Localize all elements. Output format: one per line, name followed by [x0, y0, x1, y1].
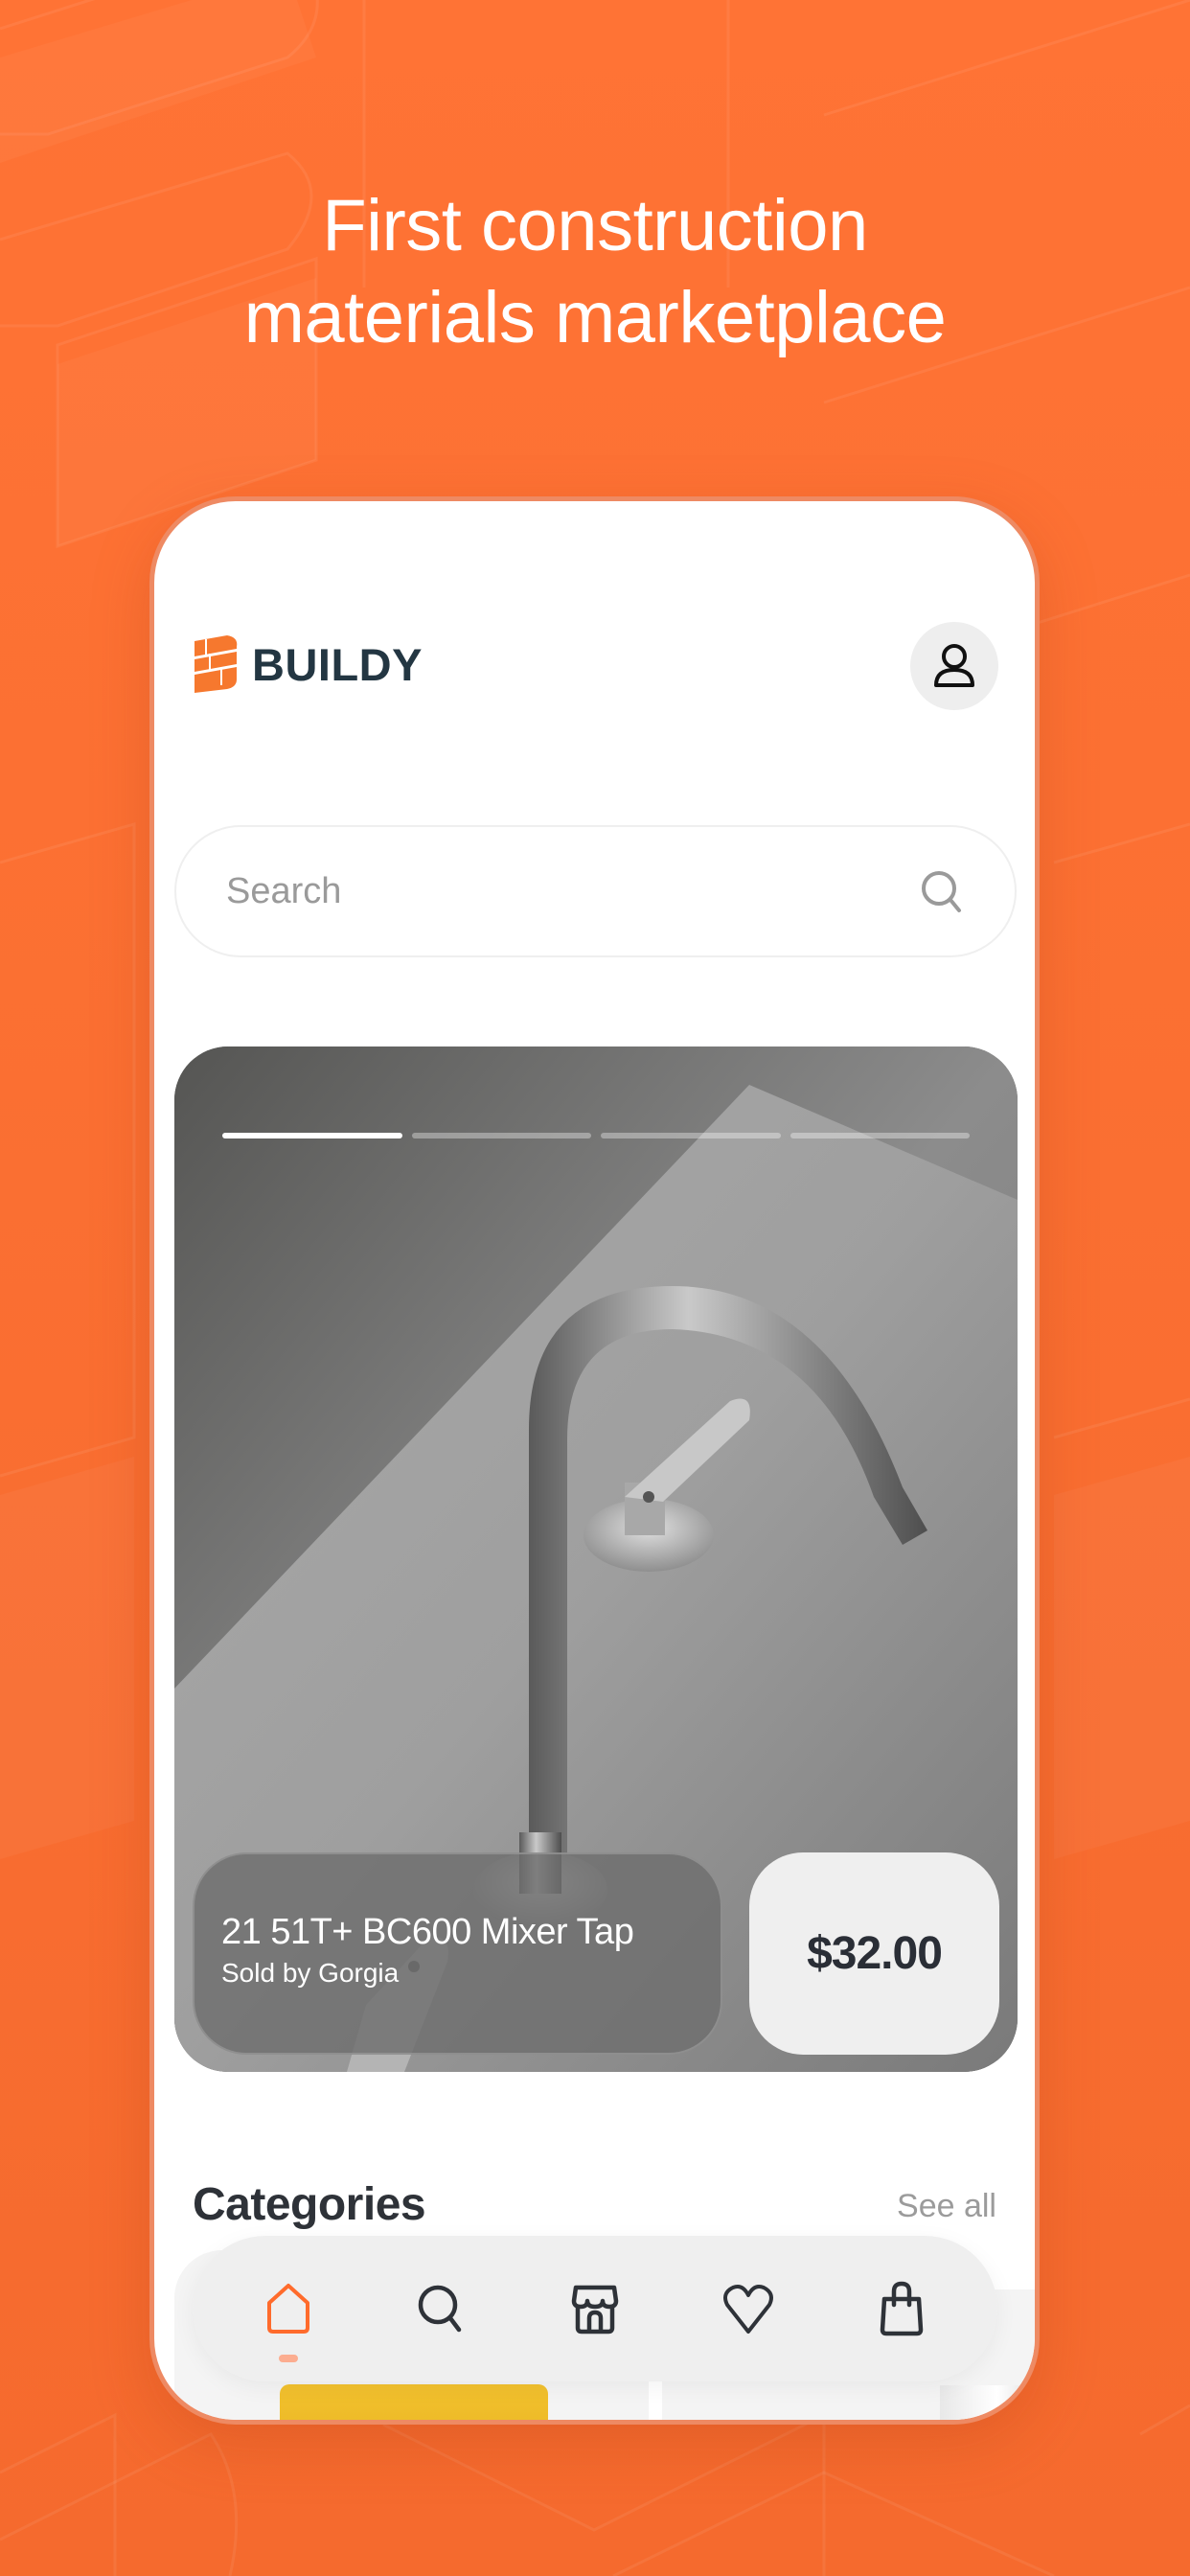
carousel-indicator-2[interactable]: [411, 1133, 591, 1138]
nav-favorites[interactable]: [700, 2261, 796, 2357]
search-icon: [418, 2285, 462, 2333]
home-icon: [267, 2284, 309, 2334]
product-name: 21 51T+ BC600 Mixer Tap: [221, 1912, 634, 1952]
product-seller: Sold by Gorgia: [221, 1958, 400, 1988]
see-all-link[interactable]: See all: [897, 2188, 996, 2225]
categories-heading: Categories: [193, 2179, 426, 2230]
search-bar[interactable]: [174, 825, 1017, 957]
search-icon[interactable]: [919, 868, 965, 914]
heart-icon: [723, 2285, 773, 2334]
carousel-indicator-1[interactable]: [222, 1133, 402, 1138]
nav-store[interactable]: [547, 2261, 643, 2357]
carousel-indicators: [222, 1133, 970, 1138]
chair-image: [280, 2384, 548, 2420]
carousel-indicator-3[interactable]: [601, 1133, 781, 1138]
product-info[interactable]: 21 51T+ BC600 Mixer Tap Sold by Gorgia: [193, 1852, 722, 2055]
profile-button[interactable]: [910, 622, 998, 710]
brick-logo-icon: [195, 635, 238, 693]
brand-name: BUILDY: [252, 638, 423, 690]
app-logo[interactable]: BUILDY: [193, 635, 423, 693]
marketing-headline: First construction materials marketplace: [0, 180, 1190, 364]
search-input[interactable]: [226, 870, 919, 912]
nav-search[interactable]: [394, 2261, 490, 2357]
nav-home[interactable]: [240, 2261, 336, 2362]
headline-line-1: First construction: [322, 185, 868, 266]
user-icon: [934, 644, 974, 687]
headline-line-2: materials marketplace: [243, 277, 947, 358]
nav-cart[interactable]: [854, 2261, 950, 2357]
lamp-image: [940, 2385, 1035, 2420]
product-price[interactable]: $32.00: [749, 1852, 999, 2055]
featured-product-carousel[interactable]: 21 51T+ BC600 Mixer Tap Sold by Gorgia $…: [174, 1046, 1018, 2072]
active-indicator: [279, 2355, 298, 2362]
shopping-bag-icon: [880, 2281, 924, 2336]
phone-mockup: BUILDY Search 21 51T+ BC600 Mixer Tap So…: [149, 496, 1040, 2425]
store-icon: [571, 2285, 619, 2334]
carousel-indicator-4[interactable]: [790, 1133, 970, 1138]
bottom-navigation: [193, 2236, 997, 2381]
